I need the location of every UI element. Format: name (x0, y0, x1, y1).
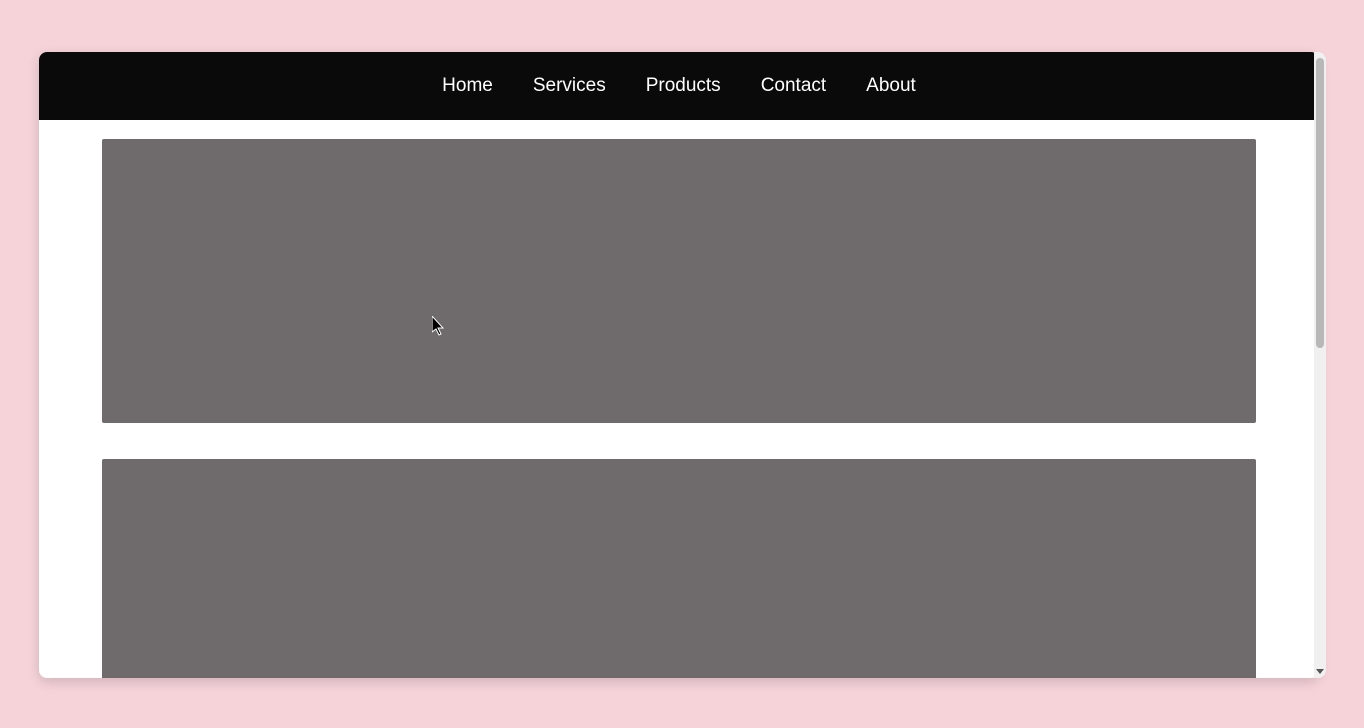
page-frame: Home Services Products Contact About (39, 52, 1319, 678)
content-block-1 (102, 139, 1256, 423)
nav-link-services[interactable]: Services (533, 75, 606, 97)
nav-link-products[interactable]: Products (646, 75, 721, 97)
nav-link-contact[interactable]: Contact (761, 75, 826, 97)
scrollbar-thumb[interactable] (1316, 58, 1324, 348)
scrollbar-down-arrow-icon[interactable] (1316, 669, 1324, 674)
nav-link-about[interactable]: About (866, 75, 916, 97)
content-block-2 (102, 459, 1256, 678)
navbar: Home Services Products Contact About (39, 52, 1319, 120)
content-area (39, 120, 1319, 678)
scrollbar-track[interactable] (1314, 52, 1326, 678)
nav-link-home[interactable]: Home (442, 75, 493, 97)
